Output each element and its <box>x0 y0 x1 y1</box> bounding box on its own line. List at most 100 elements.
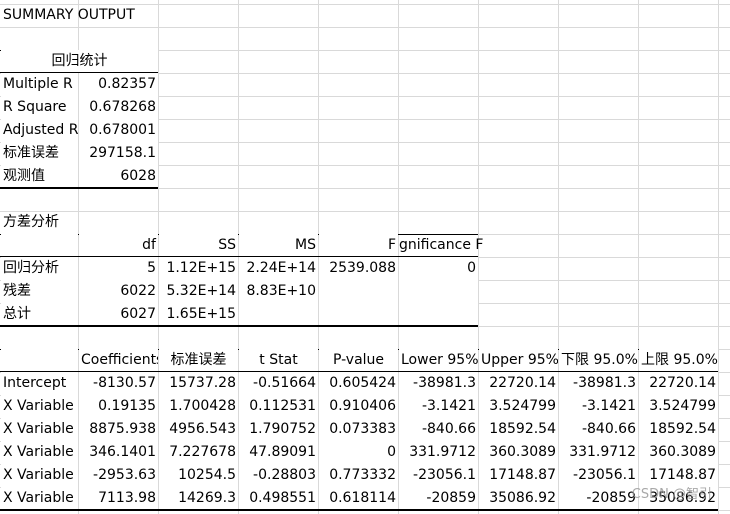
coefficient-value-cell[interactable]: 0.605424 <box>319 372 398 394</box>
coefficient-value-cell[interactable]: 17148.87 <box>479 464 558 486</box>
anova-header-cell[interactable]: gnificance F <box>399 234 483 256</box>
coefficient-value-cell[interactable]: 7.227678 <box>159 441 238 463</box>
coefficient-value-cell[interactable]: 0.19135 <box>79 395 158 417</box>
anova-header-cell[interactable]: F <box>319 234 398 256</box>
coefficient-value-cell[interactable]: -3.1421 <box>559 395 638 417</box>
coefficients-header-cell[interactable]: t Stat <box>239 349 318 371</box>
anova-value-cell[interactable]: 2539.088 <box>319 257 398 279</box>
anova-value-cell[interactable]: 2.24E+14 <box>239 257 318 279</box>
coefficients-header-cell[interactable]: Coefficients <box>79 349 158 371</box>
anova-row-label[interactable]: 回归分析 <box>1 257 78 279</box>
anova-value-cell[interactable]: 6027 <box>79 303 158 325</box>
anova-value-cell[interactable]: 1.65E+15 <box>159 303 238 325</box>
anova-value-cell[interactable] <box>319 303 398 325</box>
regression-stat-label[interactable]: Adjusted R <box>1 119 78 141</box>
coefficient-value-cell[interactable]: 360.3089 <box>479 441 558 463</box>
regression-stat-value[interactable]: 0.678268 <box>79 96 158 118</box>
coefficient-row-label[interactable]: X Variable <box>1 487 78 509</box>
coefficient-value-cell[interactable]: -20859 <box>559 487 638 509</box>
coefficient-value-cell[interactable]: -38981.3 <box>399 372 478 394</box>
anova-value-cell[interactable]: 5.32E+14 <box>159 280 238 302</box>
anova-value-cell[interactable] <box>399 280 478 302</box>
coefficients-header-cell[interactable]: Lower 95% <box>399 349 478 371</box>
regression-stat-label[interactable]: Multiple R <box>1 73 78 95</box>
coefficient-row-label[interactable]: X Variable <box>1 441 78 463</box>
anova-value-cell[interactable] <box>399 303 478 325</box>
coefficient-value-cell[interactable]: 18592.54 <box>479 418 558 440</box>
coefficient-value-cell[interactable]: 8875.938 <box>79 418 158 440</box>
coefficient-value-cell[interactable]: 0 <box>319 441 398 463</box>
coefficient-row-label[interactable]: X Variable <box>1 418 78 440</box>
coefficient-value-cell[interactable]: 0.773332 <box>319 464 398 486</box>
anova-row-label[interactable]: 总计 <box>1 303 78 325</box>
coefficient-value-cell[interactable]: 0.498551 <box>239 487 318 509</box>
coefficient-value-cell[interactable]: -840.66 <box>559 418 638 440</box>
coefficient-row-label[interactable]: X Variable <box>1 464 78 486</box>
anova-value-cell[interactable] <box>239 303 318 325</box>
coefficient-value-cell[interactable]: 0.073383 <box>319 418 398 440</box>
coefficient-value-cell[interactable]: 10254.5 <box>159 464 238 486</box>
coefficient-value-cell[interactable]: 331.9712 <box>559 441 638 463</box>
coefficient-row-label[interactable]: X Variable <box>1 395 78 417</box>
regression-stat-value[interactable]: 297158.1 <box>79 142 158 164</box>
coefficient-value-cell[interactable]: -0.28803 <box>239 464 318 486</box>
regression-stat-label[interactable]: 标准误差 <box>1 142 78 164</box>
anova-value-cell[interactable] <box>319 280 398 302</box>
regression-stat-value[interactable]: 6028 <box>79 165 158 187</box>
coefficient-value-cell[interactable]: 47.89091 <box>239 441 318 463</box>
coefficient-value-cell[interactable]: -38981.3 <box>559 372 638 394</box>
anova-header-cell[interactable]: df <box>79 234 158 256</box>
anova-value-cell[interactable]: 0 <box>399 257 478 279</box>
coefficient-value-cell[interactable]: 35086.92 <box>479 487 558 509</box>
coefficient-value-cell[interactable]: -8130.57 <box>79 372 158 394</box>
coefficient-value-cell[interactable]: 0.112531 <box>239 395 318 417</box>
coefficients-header-cell[interactable]: 下限 95.0% <box>559 349 638 371</box>
anova-header-cell[interactable] <box>1 234 78 256</box>
coefficient-value-cell[interactable]: -840.66 <box>399 418 478 440</box>
coefficient-value-cell[interactable]: -0.51664 <box>239 372 318 394</box>
regression-stat-value[interactable]: 0.678001 <box>79 119 158 141</box>
anova-value-cell[interactable]: 5 <box>79 257 158 279</box>
coefficient-value-cell[interactable]: 346.1401 <box>79 441 158 463</box>
anova-header-cell[interactable]: SS <box>159 234 238 256</box>
coefficient-value-cell[interactable]: 22720.14 <box>639 372 718 394</box>
coefficients-header-cell[interactable]: 标准误差 <box>159 349 238 371</box>
anova-value-cell[interactable]: 6022 <box>79 280 158 302</box>
anova-value-cell[interactable]: 8.83E+10 <box>239 280 318 302</box>
coefficient-value-cell[interactable]: 0.910406 <box>319 395 398 417</box>
anova-row-label[interactable]: 残差 <box>1 280 78 302</box>
coefficient-value-cell[interactable]: -3.1421 <box>399 395 478 417</box>
coefficient-value-cell[interactable]: 3.524799 <box>639 395 718 417</box>
regression-stats-header[interactable]: 回归统计 <box>1 50 158 72</box>
regression-stat-label[interactable]: 观测值 <box>1 165 78 187</box>
coefficient-value-cell[interactable]: 15737.28 <box>159 372 238 394</box>
coefficient-value-cell[interactable]: -23056.1 <box>559 464 638 486</box>
coefficient-value-cell[interactable]: 0.618114 <box>319 487 398 509</box>
coefficients-header-cell[interactable] <box>1 349 78 371</box>
coefficient-value-cell[interactable]: 3.524799 <box>479 395 558 417</box>
coefficient-value-cell[interactable]: 7113.98 <box>79 487 158 509</box>
table-border-line <box>0 509 718 511</box>
coefficient-value-cell[interactable]: 360.3089 <box>639 441 718 463</box>
coefficients-header-cell[interactable]: Upper 95% <box>479 349 558 371</box>
coefficient-row-label[interactable]: Intercept <box>1 372 78 394</box>
coefficients-header-cell[interactable]: P-value <box>319 349 398 371</box>
coefficient-value-cell[interactable]: -23056.1 <box>399 464 478 486</box>
coefficient-value-cell[interactable]: -2953.63 <box>79 464 158 486</box>
anova-value-cell[interactable]: 1.12E+15 <box>159 257 238 279</box>
anova-title[interactable]: 方差分析 <box>1 211 78 233</box>
anova-header-cell[interactable]: MS <box>239 234 318 256</box>
coefficient-value-cell[interactable]: 331.9712 <box>399 441 478 463</box>
coefficient-value-cell[interactable]: 4956.543 <box>159 418 238 440</box>
coefficient-value-cell[interactable]: -20859 <box>399 487 478 509</box>
regression-stat-value[interactable]: 0.82357 <box>79 73 158 95</box>
coefficient-value-cell[interactable]: 22720.14 <box>479 372 558 394</box>
coefficient-value-cell[interactable]: 1.700428 <box>159 395 238 417</box>
coefficient-value-cell[interactable]: 18592.54 <box>639 418 718 440</box>
coefficient-value-cell[interactable]: 14269.3 <box>159 487 238 509</box>
coefficient-value-cell[interactable]: 1.790752 <box>239 418 318 440</box>
summary-output-title[interactable]: SUMMARY OUTPUT <box>1 4 158 26</box>
regression-stat-label[interactable]: R Square <box>1 96 78 118</box>
grid-row-line <box>0 27 730 28</box>
coefficients-header-cell[interactable]: 上限 95.0% <box>639 349 718 371</box>
